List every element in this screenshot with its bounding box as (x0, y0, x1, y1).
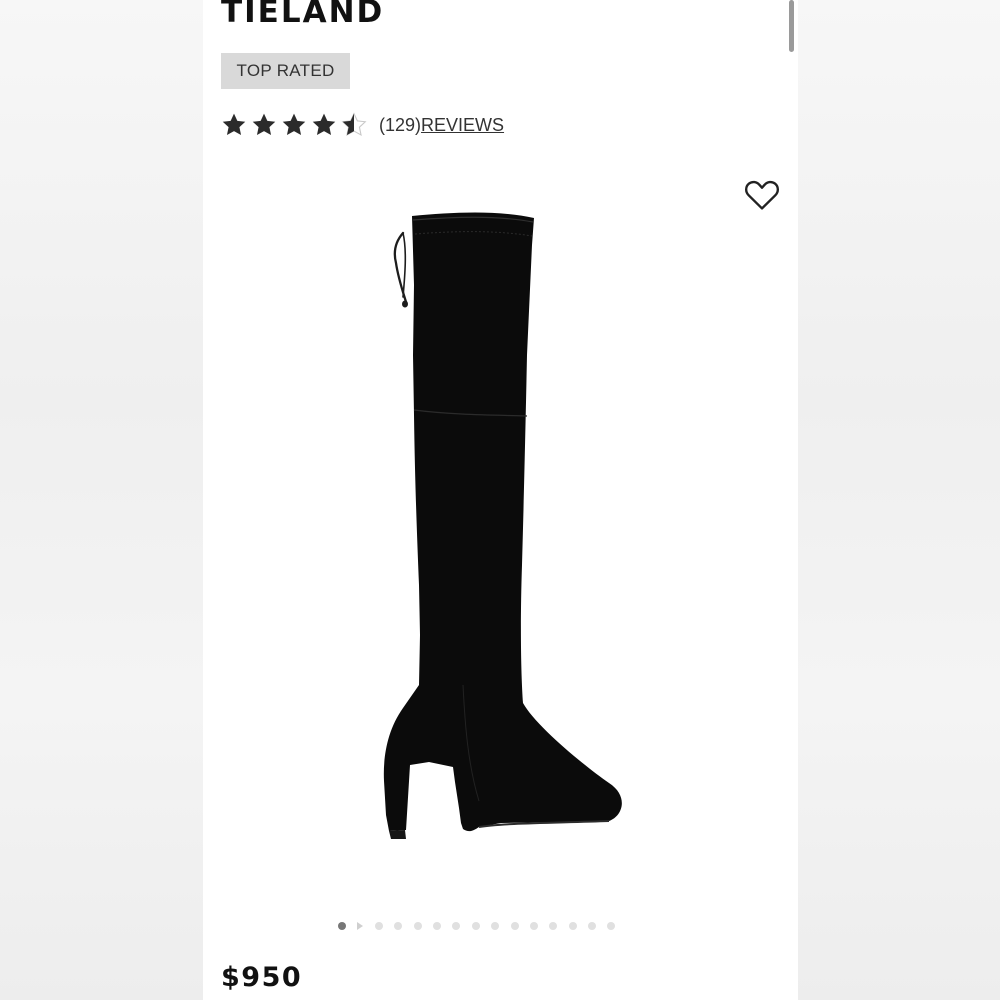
carousel-dots (338, 922, 616, 930)
review-count: (129) (379, 114, 422, 135)
star-icon (281, 112, 307, 138)
star-rating (221, 112, 367, 138)
rating-row: (129) REVIEWS (221, 111, 504, 139)
half-star-icon (341, 112, 367, 138)
star-icon (221, 112, 247, 138)
carousel-dot[interactable] (394, 922, 403, 930)
carousel-dot[interactable] (607, 922, 616, 930)
carousel-dot[interactable] (588, 922, 597, 930)
star-icon (251, 112, 277, 138)
carousel-dot[interactable] (338, 922, 346, 930)
carousel-dot[interactable] (529, 922, 538, 930)
carousel-dot[interactable] (374, 922, 383, 930)
reviews-link[interactable]: REVIEWS (421, 115, 504, 136)
product-price: $950 (221, 962, 303, 993)
carousel-dot[interactable] (491, 922, 500, 930)
product-image (383, 212, 622, 839)
backdrop-right (798, 0, 1000, 1000)
carousel-video-indicator[interactable] (357, 922, 364, 930)
carousel-dot[interactable] (413, 922, 422, 930)
product-page: TIELAND TOP RATED (129) REVIEWS $950 (203, 0, 798, 1000)
product-title: TIELAND (221, 0, 385, 30)
carousel-dot[interactable] (471, 922, 480, 930)
carousel-dot[interactable] (568, 922, 577, 930)
heart-outline-icon[interactable] (743, 176, 781, 214)
top-rated-badge: TOP RATED (221, 53, 350, 89)
carousel-dot[interactable] (510, 922, 519, 930)
carousel-dot[interactable] (549, 922, 558, 930)
carousel-dot[interactable] (452, 922, 461, 930)
backdrop-left (0, 0, 203, 1000)
scrollbar[interactable] (789, 0, 794, 52)
carousel-dot[interactable] (432, 922, 441, 930)
star-icon (311, 112, 337, 138)
